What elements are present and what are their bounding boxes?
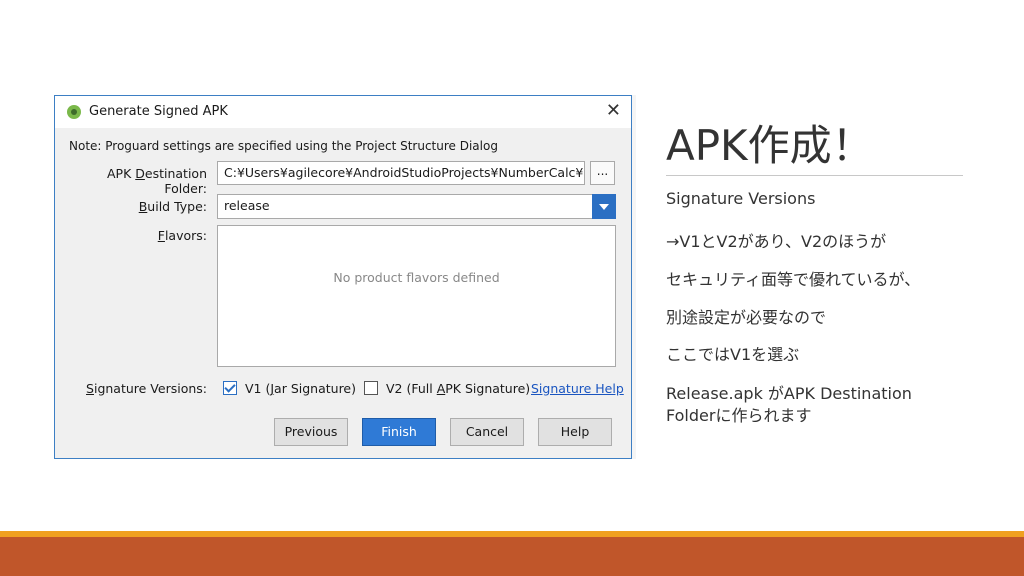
flavors-label: Flavors:	[157, 228, 207, 243]
previous-button[interactable]: Previous	[274, 418, 348, 446]
signature-help-link[interactable]: Signature Help	[531, 381, 624, 396]
title-divider	[666, 175, 963, 176]
proguard-note: Note: Proguard settings are specified us…	[69, 139, 498, 153]
dialog-title: Generate Signed APK	[89, 104, 228, 119]
slide-title: APK作成！	[666, 121, 874, 170]
close-icon[interactable]: ✕	[606, 100, 621, 121]
v1-signature-checkbox[interactable]	[223, 381, 237, 395]
v1-signature-label[interactable]: V1 (Jar Signature)	[245, 381, 356, 396]
v2-signature-checkbox[interactable]	[364, 381, 378, 395]
signature-versions-label: Signature Versions:	[86, 381, 207, 396]
slide-line-4: 別途設定が必要なので	[666, 308, 827, 327]
android-studio-icon	[67, 105, 81, 119]
slide-line-1: Signature Versions	[666, 189, 816, 208]
flavors-empty-text: No product flavors defined	[333, 270, 500, 285]
chevron-down-icon[interactable]	[592, 194, 616, 219]
slide-line-3: セキュリティ面等で優れているが、	[666, 270, 921, 289]
slide-line-2: →V1とV2があり、V2のほうが	[666, 232, 887, 251]
v2-signature-label[interactable]: V2 (Full APK Signature)	[386, 381, 530, 396]
footer-bar	[0, 537, 1024, 576]
generate-signed-apk-dialog: Generate Signed APK ✕ Note: Proguard set…	[54, 95, 632, 459]
cancel-button[interactable]: Cancel	[450, 418, 524, 446]
background-window-edge	[632, 95, 636, 459]
slide-line-6: Release.apk がAPK Destination	[666, 384, 912, 403]
browse-folder-button[interactable]: ...	[590, 161, 615, 185]
help-button[interactable]: Help	[538, 418, 612, 446]
build-type-select[interactable]: release	[217, 194, 593, 219]
dialog-titlebar: Generate Signed APK ✕	[55, 96, 631, 128]
slide-line-7: Folderに作られます	[666, 406, 812, 425]
apk-destination-label: APK Destination Folder:	[106, 166, 207, 196]
apk-destination-field[interactable]: C:¥Users¥agilecore¥AndroidStudioProjects…	[217, 161, 585, 185]
finish-button[interactable]: Finish	[362, 418, 436, 446]
slide-line-5: ここではV1を選ぶ	[666, 345, 800, 364]
flavors-list[interactable]: No product flavors defined	[217, 225, 616, 367]
build-type-label: Build Type:	[138, 199, 207, 214]
